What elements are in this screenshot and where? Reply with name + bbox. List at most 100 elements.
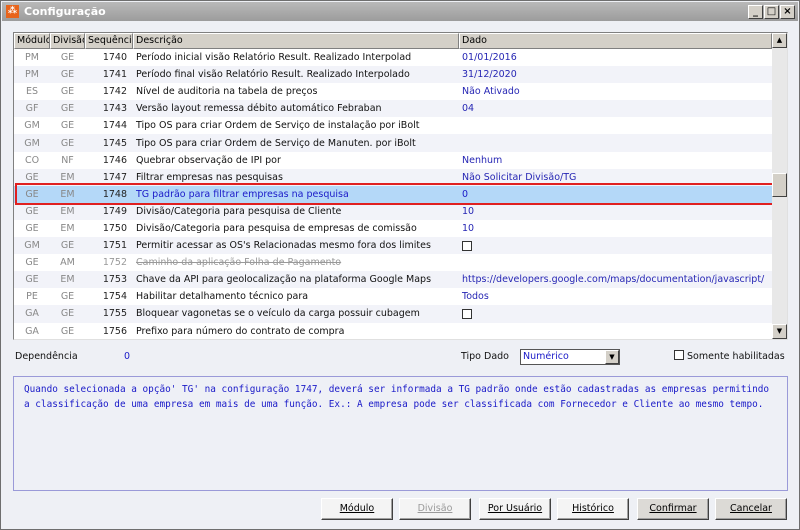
table-row[interactable]: PM GE 1741 Período final visão Relatório Re…	[14, 66, 772, 84]
cell-sequencia: 1744	[102, 120, 127, 132]
cell-descricao: Divisão/Categoria para pesquisa de Clien…	[136, 205, 342, 217]
cell-sequencia: 1751	[102, 240, 127, 252]
cell-modulo: GA	[25, 325, 39, 337]
table-row[interactable]: GE EM 1753 Chave da API para geolocalização…	[14, 271, 772, 289]
table-row[interactable]: GM GE 1745 Tipo OS para criar Ordem de Serv…	[14, 134, 772, 152]
grid-header: Módulo Divisão Sequência Descrição Dado	[14, 33, 772, 49]
minimize-button[interactable]: _	[748, 5, 763, 19]
cell-modulo: GM	[24, 240, 40, 252]
cell-divisao: GE	[60, 52, 75, 64]
cell-modulo: PM	[25, 69, 39, 81]
cell-divisao: GE	[60, 240, 75, 252]
cell-sequencia: 1748	[102, 188, 127, 200]
cell-descricao: Versão layout remessa débito automático …	[136, 103, 382, 115]
cell-dado: 01/01/2016	[462, 52, 517, 64]
cell-modulo: GE	[25, 205, 39, 217]
cell-descricao: Prefixo para número do contrato de compr…	[136, 325, 345, 337]
cell-sequencia: 1741	[102, 69, 127, 81]
cell-sequencia: 1754	[102, 291, 127, 303]
window-title: Configuração	[24, 5, 106, 18]
col-header-modulo[interactable]: Módulo	[14, 33, 50, 49]
cell-modulo: PE	[26, 291, 38, 303]
cell-descricao: TG padrão para filtrar empresas na pesqu…	[136, 188, 349, 200]
cell-dado: 10	[462, 205, 475, 217]
cell-sequencia: 1746	[102, 154, 127, 166]
grid-rows: PM GE 1740 Período inicial visão Relatório …	[14, 49, 772, 339]
divisao-button[interactable]: Divisão	[399, 498, 471, 520]
cell-sequencia: 1753	[102, 274, 127, 286]
dependencia-label: Dependência	[15, 351, 78, 362]
dado-checkbox[interactable]	[462, 308, 472, 319]
cell-sequencia: 1745	[102, 137, 127, 149]
col-header-descricao[interactable]: Descrição	[133, 33, 459, 49]
vertical-scrollbar[interactable]: ▲ ▼	[772, 33, 787, 339]
cell-descricao: Filtrar empresas nas pesquisas	[136, 171, 283, 183]
table-row[interactable]: GE EM 1749 Divisão/Categoria para pesquisa …	[14, 202, 772, 220]
cell-sequencia: 1752	[102, 257, 127, 269]
confirmar-button[interactable]: Confirmar	[637, 498, 709, 520]
table-row[interactable]: GM GE 1744 Tipo OS para criar Ordem de Serv…	[14, 117, 772, 135]
table-row[interactable]: GE EM 1748 TG padrão para filtrar empresas …	[14, 185, 772, 203]
configuracao-window: ⁂ Configuração _ □ × Módulo Divisão Sequ…	[0, 0, 800, 530]
cell-sequencia: 1742	[102, 86, 127, 98]
historico-button[interactable]: Histórico	[557, 498, 629, 520]
close-button[interactable]: ×	[780, 5, 795, 19]
cell-dado	[459, 308, 772, 319]
somente-habilitadas-checkbox[interactable]	[674, 350, 684, 360]
cell-dado: 31/12/2020	[462, 69, 517, 81]
dado-checkbox[interactable]	[462, 240, 472, 251]
table-row[interactable]: GA GE 1756 Prefixo para número do contrato …	[14, 322, 772, 339]
col-header-divisao[interactable]: Divisão	[50, 33, 85, 49]
cell-dado: 04	[462, 103, 475, 115]
table-row[interactable]: CO NF 1746 Quebrar observação de IPI por Ne…	[14, 151, 772, 169]
scroll-thumb[interactable]	[772, 173, 787, 197]
cell-dado: Todos	[462, 291, 489, 303]
cell-sequencia: 1740	[102, 52, 127, 64]
cell-descricao: Bloquear vagonetas se o veículo da carga…	[136, 308, 420, 320]
table-row[interactable]: GE AM 1752 Caminho da aplicação Folha de Pa…	[14, 254, 772, 272]
maximize-button[interactable]: □	[764, 5, 779, 19]
app-icon: ⁂	[6, 5, 19, 18]
cell-descricao: Divisão/Categoria para pesquisa de empre…	[136, 222, 417, 234]
cell-divisao: AM	[60, 257, 75, 269]
scroll-down-button[interactable]: ▼	[772, 324, 787, 339]
table-row[interactable]: GE EM 1750 Divisão/Categoria para pesquisa …	[14, 219, 772, 238]
table-row[interactable]: PE GE 1754 Habilitar detalhamento técnico p…	[14, 288, 772, 306]
cell-dado: Nenhum	[462, 154, 503, 166]
tipo-dado-select[interactable]: Numérico ▼	[520, 349, 620, 365]
cell-divisao: EM	[60, 188, 75, 200]
cell-dado: 0	[462, 188, 469, 200]
cell-descricao: Chave da API para geolocalização na plat…	[136, 274, 432, 286]
cell-divisao: GE	[60, 291, 75, 303]
scroll-up-button[interactable]: ▲	[772, 33, 787, 48]
cell-divisao: EM	[60, 171, 75, 183]
cell-sequencia: 1756	[102, 325, 127, 337]
cell-dado: Não Ativado	[462, 86, 520, 98]
cell-dado: Não Solicitar Divisão/TG	[462, 171, 577, 183]
por-usuario-button[interactable]: Por Usuário	[479, 498, 551, 520]
table-row[interactable]: PM GE 1740 Período inicial visão Relatório …	[14, 49, 772, 67]
somente-habilitadas-label: Somente habilitadas	[687, 351, 785, 362]
cell-divisao: GE	[60, 69, 75, 81]
cell-divisao: GE	[60, 103, 75, 115]
cell-descricao: Quebrar observação de IPI por	[136, 154, 281, 166]
cell-descricao: Tipo OS para criar Ordem de Serviço de M…	[136, 137, 416, 149]
dependencia-value: 0	[124, 351, 131, 362]
cell-sequencia: 1747	[102, 171, 127, 183]
cell-modulo: GE	[25, 257, 39, 269]
table-row[interactable]: GA GE 1755 Bloquear vagonetas se o veículo …	[14, 305, 772, 323]
modulo-button[interactable]: Módulo	[321, 498, 393, 520]
cell-descricao: Tipo OS para criar Ordem de Serviço de i…	[136, 120, 420, 132]
cancelar-button[interactable]: Cancelar	[715, 498, 787, 520]
col-header-sequencia[interactable]: Sequência	[85, 33, 133, 49]
chevron-down-icon[interactable]: ▼	[605, 350, 619, 364]
table-row[interactable]: ES GE 1742 Nível de auditoria na tabela de …	[14, 83, 772, 101]
cell-modulo: GE	[25, 222, 39, 234]
col-header-dado[interactable]: Dado	[459, 33, 772, 49]
cell-descricao: Caminho da aplicação Folha de Pagamento	[136, 257, 342, 269]
table-row[interactable]: GM GE 1751 Permitir acessar as OS's Relacio…	[14, 237, 772, 255]
cell-modulo: GM	[24, 120, 40, 132]
table-row[interactable]: GF GE 1743 Versão layout remessa débito aut…	[14, 100, 772, 118]
cell-divisao: GE	[60, 308, 75, 320]
table-row[interactable]: GE EM 1747 Filtrar empresas nas pesquisas Nã…	[14, 168, 772, 186]
